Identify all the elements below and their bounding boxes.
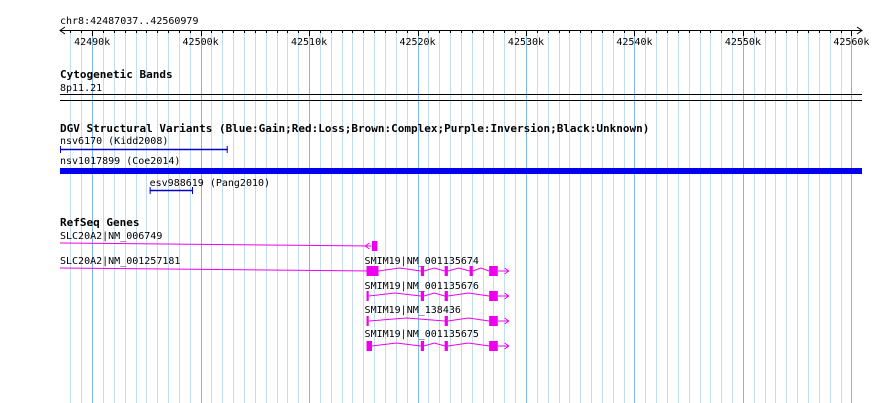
refseq-gene[interactable]: SLC20A2|NM_006749 [59, 231, 378, 251]
gene-exon[interactable] [420, 266, 425, 276]
ruler-tick-label: 42560k [833, 37, 869, 48]
ruler-tick-label: 42530k [508, 37, 544, 48]
refseq-gene-label: SMIM19|NM_001135676 [365, 281, 479, 292]
gene-exon[interactable] [444, 266, 448, 276]
gene-exon[interactable] [444, 341, 448, 351]
gene-intron-line [447, 342, 490, 347]
gene-exon[interactable] [489, 291, 498, 301]
dgv-feature-label: nsv6170 (Kidd2008) [60, 136, 168, 147]
refseq-gene[interactable]: SMIM19|NM_001135674 [365, 256, 510, 276]
refseq-gene[interactable]: SMIM19|NM_001135676 [365, 281, 510, 301]
gridlines [70, 30, 852, 403]
ruler-tick-label: 42500k [183, 37, 219, 48]
refseq-gene-label: SMIM19|NM_138436 [365, 305, 461, 316]
refseq-gene[interactable]: SMIM19|NM_138436 [365, 305, 510, 326]
gene-intron-line [447, 267, 470, 272]
track-title-refseq-genes: RefSeq Genes [60, 216, 139, 229]
ruler-tick-label: 42550k [725, 37, 761, 48]
ruler-tick-label: 42540k [616, 37, 652, 48]
refseq-gene-label: SLC20A2|NM_006749 [60, 231, 162, 242]
gene-exon[interactable] [444, 316, 448, 326]
gene-exon[interactable] [469, 266, 473, 276]
gene-intron-line [447, 292, 490, 297]
gene-exon[interactable] [489, 316, 498, 326]
refseq-gene-label: SMIM19|NM_001135674 [365, 256, 479, 267]
gene-exon[interactable] [420, 341, 425, 351]
gene-intron-line [472, 267, 490, 272]
gene-intron-line [368, 317, 445, 322]
dgv-feature-label: esv988619 (Pang2010) [150, 178, 270, 189]
gene-intron-line [59, 267, 373, 272]
gene-intron-line [423, 292, 445, 297]
track-title-dgv-structural-variants: DGV Structural Variants (Blue:Gain;Red:L… [60, 122, 649, 135]
dgv-feature[interactable]: nsv6170 (Kidd2008) [60, 136, 228, 153]
gene-intron-line [59, 242, 372, 247]
refseq-genes-track: SLC20A2|NM_006749 SLC20A2|NM_001257181 SMI… [59, 231, 510, 351]
ruler-tick-label: 42510k [291, 37, 327, 48]
dgv-feature-bar[interactable] [60, 168, 862, 174]
dgv-feature-label: nsv1017899 (Coe2014) [60, 156, 180, 167]
gene-exon[interactable] [366, 266, 379, 276]
ruler-tick-label: 42520k [399, 37, 435, 48]
cytoband-label: 8p11.21 [60, 83, 102, 94]
ruler-tick-label: 42490k [74, 37, 110, 48]
dgv-feature[interactable]: esv988619 (Pang2010) [149, 178, 270, 194]
gene-intron-line [368, 292, 421, 297]
gene-exon[interactable] [366, 291, 369, 301]
gene-intron-line [447, 317, 490, 322]
track-title-cytogenetic-bands: Cytogenetic Bands [60, 68, 173, 81]
region-label: chr8:42487037..42560979 [60, 16, 198, 27]
gene-exon[interactable] [366, 341, 372, 351]
gene-exon[interactable] [489, 266, 498, 276]
gene-exon[interactable] [489, 341, 498, 351]
gene-intron-line [378, 267, 421, 272]
gene-exon[interactable] [371, 241, 378, 251]
genome-browser-view[interactable]: chr8:42487037..42560979 42490k 42500k 4251… [0, 0, 890, 403]
gene-exon[interactable] [420, 291, 425, 301]
refseq-gene[interactable]: SMIM19|NM_001135675 [365, 329, 510, 351]
refseq-gene-label: SLC20A2|NM_001257181 [60, 256, 180, 267]
refseq-gene-label: SMIM19|NM_001135675 [365, 329, 479, 340]
gene-intron-line [423, 267, 445, 272]
position-ruler[interactable]: 42490k 42500k 42510k 42520k 42530k 42540k 4255… [59, 26, 869, 48]
gene-exon[interactable] [444, 291, 448, 301]
gene-exon[interactable] [366, 316, 369, 326]
refseq-gene[interactable]: SLC20A2|NM_001257181 [59, 256, 379, 276]
gene-intron-line [423, 342, 445, 347]
